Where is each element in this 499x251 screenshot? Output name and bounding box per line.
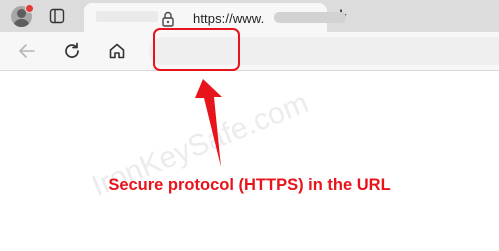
annotation-caption: Secure protocol (HTTPS) in the URL — [108, 176, 391, 194]
annotation-arrow-icon — [195, 79, 222, 167]
